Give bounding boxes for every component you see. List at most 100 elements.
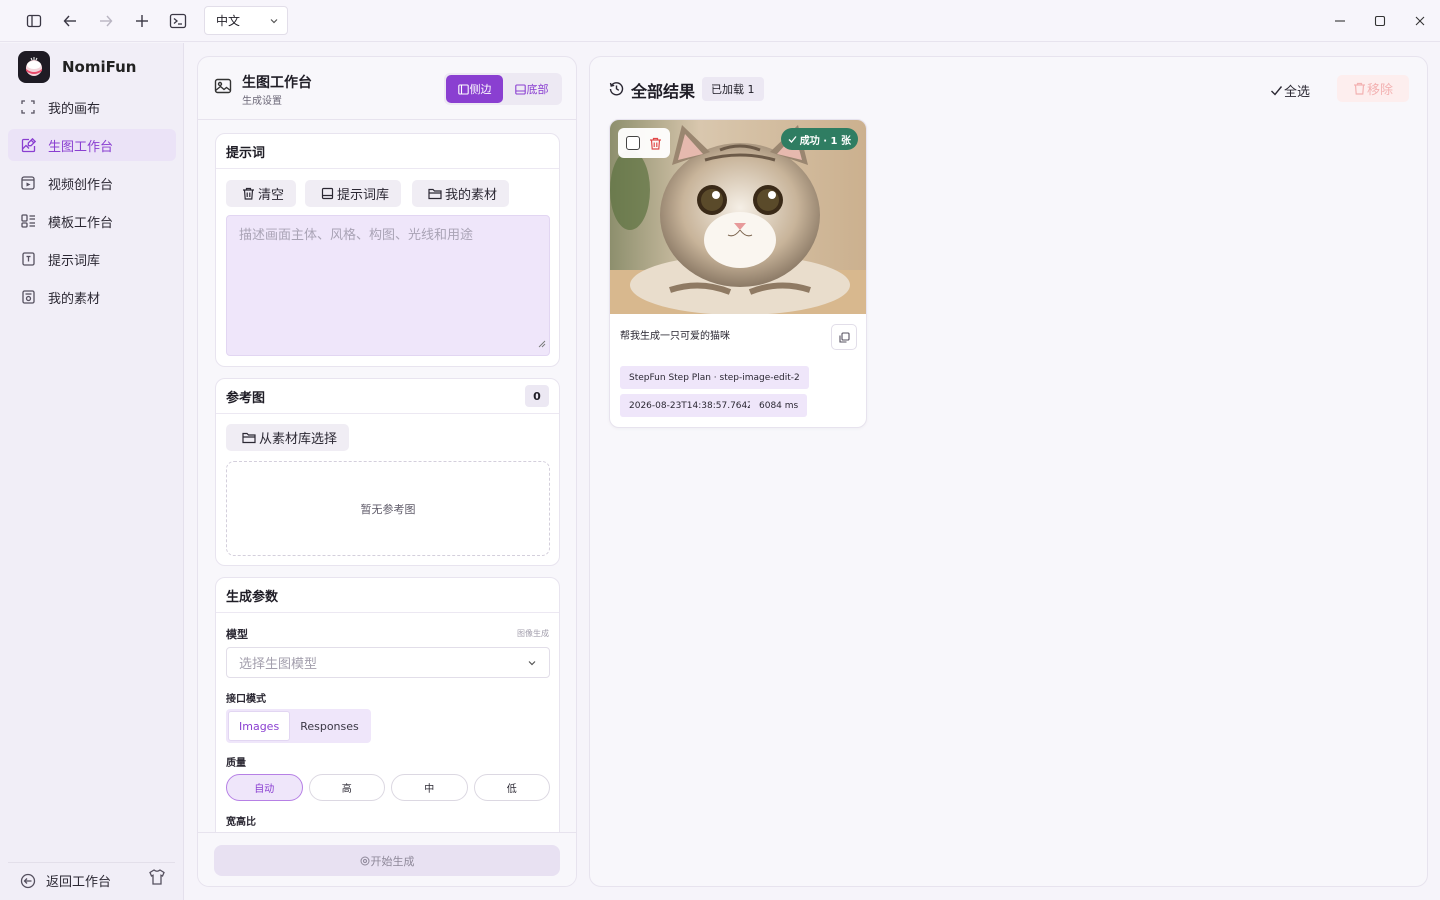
sidebar-toggle-icon[interactable] [23,10,45,32]
language-select-value: 中文 [216,14,241,28]
choose-from-library-label: 从素材库选择 [259,432,338,447]
sidebar-item-prompt-library[interactable]: 提示词库 [8,243,176,275]
choose-from-library-button[interactable]: 从素材库选择 [226,424,350,451]
api-mode-images[interactable]: Images [228,711,291,741]
folder-icon [428,187,442,200]
resize-grip-icon[interactable] [538,337,546,352]
reference-empty-text: 暂无参考图 [360,502,416,516]
panel-subtitle: 生成设置 [242,96,282,107]
sidebar-item-template-workbench[interactable]: 模板工作台 [8,205,176,237]
params-heading: 生成参数 [216,578,559,613]
prompt-library-label: 提示词库 [337,188,390,203]
sidebar: NomiFun 我的画布 生图工作台 视频创作台 模板工作台 提示词库 我的素材… [0,43,184,900]
reference-heading: 参考图 0 [216,379,559,414]
sidebar-item-video-studio[interactable]: 视频创作台 [8,167,176,199]
brand[interactable]: NomiFun [18,51,137,83]
plus-icon[interactable] [131,10,153,32]
api-mode-toggle: Images Responses [226,709,371,743]
template-icon [20,213,36,229]
layout-bottom-button[interactable]: 底部 [503,75,560,103]
prompt-placeholder: 描述画面主体、风格、构图、光线和用途 [239,228,474,243]
back-to-workspace-button[interactable]: 返回工作台 [20,871,111,890]
quality-label: 质量 [226,758,246,769]
quality-medium[interactable]: 中 [391,774,468,801]
sidebar-item-label: 提示词库 [48,253,101,269]
prompt-card: 提示词 清空 提示词库 我的素材 描述画面主体、风格、构图、光线和用途 [215,133,560,367]
image-edit-icon [20,137,36,153]
results-panel: 全部结果 已加载 1 全选 移除 成功 · 1 张 帮我生成一只可爱的猫咪 St… [589,56,1428,887]
quality-low[interactable]: 低 [473,774,550,801]
terminal-icon[interactable] [167,10,189,32]
prompt-book-icon [20,251,36,267]
result-card[interactable]: 成功 · 1 张 帮我生成一只可爱的猫咪 StepFun Step Plan ·… [609,119,867,428]
start-generate-label: 开始生成 [370,854,415,868]
loaded-count-badge: 已加载 1 [702,77,764,101]
remove-button[interactable]: 移除 [1337,75,1409,102]
layout-side-button[interactable]: 侧边 [446,75,503,103]
folder-icon [242,431,256,444]
model-select[interactable]: 选择生图模型 [226,647,550,678]
timestamp-tag: 2026-08-23T14:38:57.764Z [620,394,763,417]
chevron-down-icon [527,658,537,668]
select-all-button[interactable]: 全选 [1270,81,1310,100]
aspect-ratio-label: 宽高比 [226,817,256,828]
check-icon [788,135,797,144]
layout-bottom-label: 底部 [526,83,549,96]
layout-toggle: 侧边 底部 [444,73,562,105]
app-logo-icon [18,51,50,83]
sidebar-item-my-canvas[interactable]: 我的画布 [8,91,176,123]
select-checkbox[interactable] [625,136,640,150]
results-title: 全部结果 [631,82,696,101]
copy-icon[interactable] [831,324,857,350]
thumbnail-tools [618,128,670,158]
bottom-layout-icon [514,83,526,95]
sidebar-item-image-workbench[interactable]: 生图工作台 [8,129,176,161]
status-badge: 成功 · 1 张 [780,128,858,150]
reference-heading-label: 参考图 [226,390,266,406]
prompt-library-button[interactable]: 提示词库 [305,180,402,207]
minimize-icon[interactable] [1330,11,1350,31]
title-bar: 中文 [0,0,1440,42]
canvas-frame-icon [20,99,36,115]
prompt-textarea[interactable]: 描述画面主体、风格、构图、光线和用途 [226,215,550,356]
start-generate-button[interactable]: 开始生成 [214,845,560,876]
api-mode-responses[interactable]: Responses [290,711,369,741]
quality-auto[interactable]: 自动 [226,774,303,801]
trash-icon [1353,82,1366,95]
maximize-icon[interactable] [1370,11,1390,31]
trash-icon[interactable] [649,137,662,150]
sidebar-layout-icon [457,83,469,95]
forward-arrow-icon[interactable] [95,10,117,32]
sidebar-item-label: 视频创作台 [48,177,114,193]
model-select-placeholder: 选择生图模型 [239,657,318,672]
book-icon [321,187,334,200]
my-materials-button[interactable]: 我的素材 [412,180,510,207]
reference-dropzone[interactable]: 暂无参考图 [226,461,550,556]
params-heading-label: 生成参数 [226,589,279,605]
quality-high[interactable]: 高 [308,774,385,801]
history-icon [609,81,624,100]
shirt-icon[interactable] [148,868,166,890]
model-label: 模型 [226,628,248,641]
trash-icon [242,187,255,200]
model-hint: 图像生成 [517,629,549,638]
panel-title: 生图工作台 [242,75,312,91]
image-icon [214,77,232,99]
sidebar-item-label: 我的素材 [48,291,101,307]
status-badge-label: 成功 · 1 张 [799,135,851,147]
language-select[interactable]: 中文 [204,6,288,35]
clear-prompt-label: 清空 [258,188,285,203]
my-materials-label: 我的素材 [445,188,498,203]
prompt-heading-label: 提示词 [226,145,266,161]
api-mode-label: 接口模式 [226,694,266,705]
reference-image-card: 参考图 0 从素材库选择 暂无参考图 [215,378,560,566]
remove-label: 移除 [1366,83,1393,98]
quality-options: 自动 高 中 低 [226,774,550,801]
clear-prompt-button[interactable]: 清空 [226,180,297,207]
close-icon[interactable] [1410,11,1430,31]
sidebar-item-my-materials[interactable]: 我的素材 [8,281,176,313]
chevron-down-icon [269,16,279,26]
result-prompt-text: 帮我生成一只可爱的猫咪 [620,331,730,342]
back-arrow-icon[interactable] [59,10,81,32]
check-icon [1270,84,1283,97]
